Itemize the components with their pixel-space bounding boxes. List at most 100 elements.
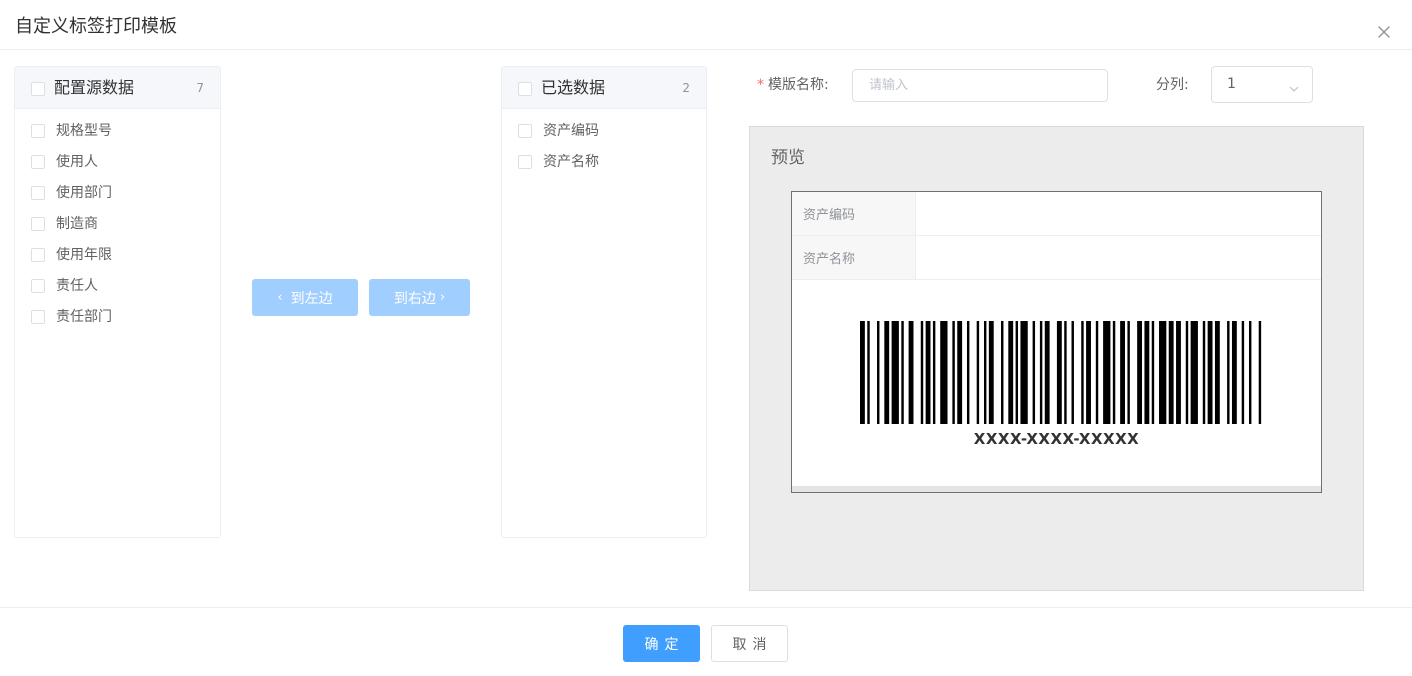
- barcode-bar: [983, 321, 987, 424]
- source-item-responsible-dept[interactable]: 责任部门: [31, 306, 112, 328]
- source-item-label: 使用部门: [56, 185, 112, 201]
- barcode-bar: [940, 321, 948, 424]
- barcode-bar: [1032, 321, 1036, 424]
- source-panel: 配置源数据 7 规格型号 使用人 使用部门 制造商 使用年限 责任人 责任部门: [14, 66, 221, 538]
- source-item-user-dept[interactable]: 使用部门: [31, 182, 112, 204]
- source-item-service-life[interactable]: 使用年限: [31, 244, 112, 266]
- barcode-bar: [1039, 321, 1043, 424]
- barcode-bar: [920, 321, 924, 424]
- barcode-bar: [1095, 321, 1099, 424]
- source-panel-header: 配置源数据 7: [15, 67, 220, 109]
- barcode-bar: [1207, 321, 1213, 424]
- barcode-bar: [1056, 321, 1062, 424]
- barcode-bar: [932, 321, 936, 424]
- source-item-checkbox[interactable]: [31, 217, 45, 231]
- confirm-button[interactable]: 确定: [623, 625, 700, 662]
- template-name-label: * 模版名称:: [757, 75, 829, 95]
- barcode-bar: [901, 321, 904, 424]
- transfer-to-right-label: 到右边: [393, 290, 436, 307]
- template-name-label-text: 模版名称:: [768, 77, 829, 93]
- barcode-bar: [1214, 321, 1220, 424]
- chevron-left-icon: ‹: [277, 290, 283, 305]
- barcode-bar: [860, 321, 865, 424]
- target-item-label: 资产名称: [543, 154, 599, 170]
- barcode-bar: [1185, 321, 1189, 424]
- barcode-bar: [1159, 321, 1167, 424]
- source-panel-count: 7: [196, 81, 204, 95]
- source-item-user[interactable]: 使用人: [31, 151, 98, 173]
- chevron-right-icon: ›: [439, 290, 446, 305]
- barcode-bar: [952, 321, 955, 424]
- source-item-checkbox[interactable]: [31, 248, 45, 262]
- barcode-bar: [966, 321, 970, 424]
- source-item-checkbox[interactable]: [31, 186, 45, 200]
- barcode-bar: [1241, 321, 1245, 424]
- barcode-image: [860, 321, 1262, 424]
- close-icon[interactable]: [1376, 24, 1392, 40]
- barcode-bar: [1044, 321, 1050, 424]
- source-item-label: 使用年限: [56, 247, 112, 263]
- transfer-to-left-label: 到左边: [290, 290, 333, 307]
- source-item-checkbox[interactable]: [31, 155, 45, 169]
- barcode-bar: [1231, 321, 1237, 424]
- columns-select-value: 1: [1227, 76, 1236, 92]
- source-item-label: 责任部门: [56, 309, 112, 325]
- barcode-bar: [908, 321, 914, 424]
- template-name-field[interactable]: [852, 69, 1108, 102]
- template-name-input[interactable]: [853, 70, 1107, 101]
- barcode-bar: [1081, 321, 1084, 424]
- label-row-key: 资产名称: [792, 236, 916, 279]
- barcode-bar: [867, 321, 870, 424]
- transfer-to-right-button[interactable]: 到右边 ›: [369, 279, 470, 316]
- barcode-bar: [877, 321, 880, 424]
- barcode-bar: [1064, 321, 1067, 424]
- source-item-label: 责任人: [56, 278, 98, 294]
- barcode-bar: [1008, 321, 1014, 424]
- chevron-down-icon: [1288, 80, 1300, 99]
- target-panel-header: 已选数据 2: [502, 67, 706, 109]
- barcode-bar: [1227, 321, 1230, 424]
- target-item-checkbox[interactable]: [518, 124, 532, 138]
- barcode-bar: [1137, 321, 1143, 424]
- barcode-bar: [1086, 321, 1091, 424]
- label-bottom-strip: [792, 486, 1321, 492]
- barcode-bar: [1015, 321, 1019, 424]
- transfer-to-left-button[interactable]: ‹ 到左边: [252, 279, 358, 316]
- barcode-bar: [1190, 321, 1198, 424]
- confirm-button-label: 确定: [644, 636, 685, 653]
- source-item-checkbox[interactable]: [31, 310, 45, 324]
- cancel-button-label: 取消: [732, 636, 773, 653]
- target-select-all-checkbox[interactable]: [518, 82, 532, 96]
- target-panel: 已选数据 2 资产编码 资产名称: [501, 66, 707, 538]
- barcode-bar: [891, 321, 899, 424]
- barcode-bar: [957, 321, 963, 424]
- source-item-manufacturer[interactable]: 制造商: [31, 213, 98, 235]
- source-item-checkbox[interactable]: [31, 279, 45, 293]
- barcode-bar: [925, 321, 931, 424]
- required-marker: *: [757, 77, 764, 93]
- preview-title: 预览: [771, 148, 805, 168]
- dialog-title: 自定义标签打印模板: [15, 16, 177, 37]
- barcode-bar: [1071, 321, 1074, 424]
- barcode-text: XXXX-XXXX-XXXXX: [973, 430, 1140, 448]
- target-item-asset-code[interactable]: 资产编码: [518, 120, 599, 142]
- preview-area: 预览 资产编码 资产名称 XXXX-XXXX-XXXXX: [749, 126, 1364, 591]
- barcode-bar: [1258, 321, 1262, 424]
- source-item-checkbox[interactable]: [31, 124, 45, 138]
- label-row-key: 资产编码: [792, 192, 916, 235]
- target-panel-count: 2: [682, 81, 690, 95]
- dialog-header: 自定义标签打印模板: [0, 0, 1412, 50]
- source-select-all-checkbox[interactable]: [31, 82, 45, 96]
- target-item-checkbox[interactable]: [518, 155, 532, 169]
- source-item-label: 规格型号: [56, 123, 112, 139]
- target-panel-title: 已选数据: [541, 78, 606, 97]
- source-panel-title: 配置源数据: [54, 78, 135, 97]
- cancel-button[interactable]: 取消: [711, 625, 788, 662]
- source-item-spec[interactable]: 规格型号: [31, 120, 112, 142]
- source-item-responsible[interactable]: 责任人: [31, 275, 98, 297]
- barcode-bar: [1248, 321, 1252, 424]
- source-item-label: 使用人: [56, 154, 98, 170]
- target-item-asset-name[interactable]: 资产名称: [518, 151, 599, 173]
- columns-select[interactable]: 1: [1211, 66, 1313, 103]
- barcode-bar: [1168, 321, 1174, 424]
